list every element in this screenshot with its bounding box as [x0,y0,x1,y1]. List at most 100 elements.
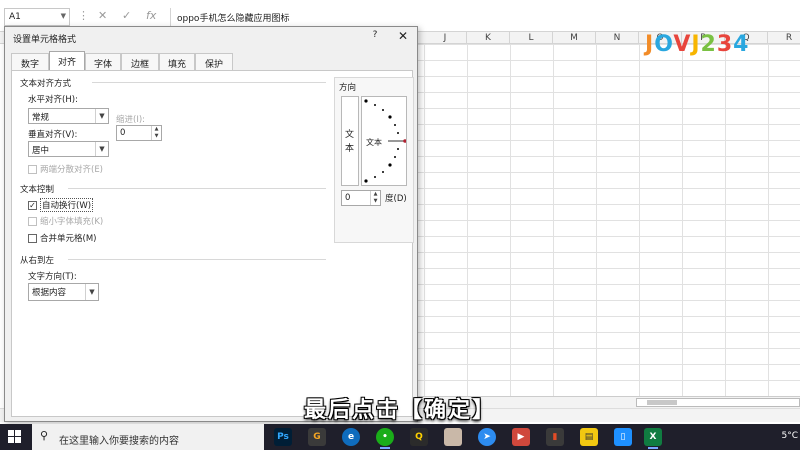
tab-5[interactable]: 保护 [195,53,233,70]
text-direction-label: 文字方向(T): [28,272,77,282]
divider [92,82,326,83]
merge-cells-label: 合并单元格(M) [40,234,97,244]
column-header[interactable]: K [467,32,510,44]
degree-label: 度(D) [385,194,407,204]
file-explorer-icon[interactable]: ▤ [580,428,598,446]
phone-app-icon[interactable]: ▯ [614,428,632,446]
tab-1[interactable]: 对齐 [49,51,85,70]
text-direction-value: 根据内容 [32,288,67,298]
more-icon: ⋮ [78,9,89,22]
divider [68,259,326,260]
dial-text: 文本 [366,138,382,147]
formula-input[interactable]: oppo手机怎么隐藏应用图标 [170,8,800,26]
degree-stepper[interactable]: 0 ▲ ▼ [341,190,381,206]
taskbar-weather: 5°C [781,431,798,441]
image-app-icon[interactable] [444,428,462,446]
windows-start-icon[interactable] [8,430,22,444]
brand-logo: JOVJ234 [645,32,749,57]
logo-letter: 3 [716,32,734,57]
wechat-icon[interactable]: • [376,428,394,449]
column-header[interactable]: M [553,32,596,44]
divider [68,188,326,189]
section-title-text-control: 文本控制 [20,185,55,195]
function-icon[interactable]: fx [146,9,156,22]
indent-label: 缩进(I): [116,115,146,125]
chevron-down-icon[interactable]: ▼ [95,142,108,156]
taskbar-search-input[interactable]: ⚲ 在这里输入你要搜索的内容 [32,424,264,450]
horizontal-align-select[interactable]: 常规 ▼ [28,108,109,124]
format-cells-dialog: 设置单元格格式 ? ✕ 数字 对齐 字体 边框 填充 保护 文本对齐方式 水平对齐(H):… [4,26,418,422]
section-title-text-align: 文本对齐方式 [20,79,72,89]
orientation-group: 方向 文 本 文本 0 ▲ ▼ 度(D) [334,77,414,243]
logo-letter: J [645,32,655,57]
spin-down-icon[interactable]: ▼ [371,198,380,205]
shrink-to-fit-label: 缩小字体填充(K) [40,217,104,227]
vertical-align-label: 垂直对齐(V): [28,130,78,140]
indent-stepper[interactable]: 0 ▲ ▼ [116,125,162,141]
vertical-align-value: 居中 [32,146,50,156]
feishu-icon[interactable]: ➤ [478,428,496,446]
media-player-icon[interactable]: ▶ [512,428,530,446]
logo-letter: O [654,32,674,57]
spin-down-icon[interactable]: ▼ [152,133,161,140]
dialog-title: 设置单元格格式 [13,35,77,45]
checkbox-box[interactable] [28,216,37,226]
orientation-title: 方向 [339,83,357,93]
tab-4[interactable]: 填充 [159,53,195,70]
orientation-dial[interactable]: 文本 [361,96,407,186]
cancel-icon[interactable]: ✕ [98,9,107,22]
name-box-value: A1 [9,12,21,22]
text-direction-select[interactable]: 根据内容 ▼ [28,283,99,301]
vertical-text-char: 本 [345,144,355,154]
excel-icon[interactable]: X [644,428,662,449]
video-subtitle: 最后点击【确定】 [303,398,496,423]
close-button[interactable]: ✕ [395,29,411,43]
logo-letter: V [673,32,692,57]
browser-g-icon[interactable]: G [308,428,326,446]
vertical-text-char: 文 [345,130,355,140]
distributed-align-label: 两端分散对齐(E) [40,165,104,175]
logo-letter: 2 [700,32,717,57]
confirm-icon[interactable]: ✓ [122,9,131,22]
checkbox-box[interactable] [28,164,37,174]
chevron-down-icon[interactable]: ▼ [61,12,66,20]
taskbar-search-placeholder: 在这里输入你要搜索的内容 [59,436,179,447]
app-icon[interactable]: ▮ [546,428,564,446]
chevron-down-icon[interactable]: ▼ [85,284,98,300]
logo-letter: 4 [733,32,750,57]
qq-icon[interactable]: Q [410,428,428,446]
column-header[interactable]: N [596,32,639,44]
checkbox-box[interactable] [28,233,37,243]
distributed-align-checkbox[interactable]: 两端分散对齐(E) [28,163,103,175]
column-header[interactable]: J [424,32,467,44]
column-header[interactable]: L [510,32,553,44]
wrap-text-label: 自动换行(W) [40,198,94,212]
name-box[interactable]: A1 ▼ [4,8,70,26]
vertical-align-select[interactable]: 居中 ▼ [28,141,109,157]
taskbar: ⚲ 在这里输入你要搜索的内容 Ps G e • Q ➤ ▶ ▮ ▤ ▯ X 5°… [0,424,800,450]
indent-value: 0 [120,128,126,138]
spin-up-icon[interactable]: ▲ [371,191,380,198]
spin-up-icon[interactable]: ▲ [152,126,161,133]
degree-value: 0 [345,193,351,203]
wrap-text-checkbox[interactable]: ✓ 自动换行(W) [28,198,94,212]
edge-browser-icon[interactable]: e [342,428,360,446]
search-icon: ⚲ [40,429,49,442]
horizontal-align-label: 水平对齐(H): [28,95,78,105]
shrink-to-fit-checkbox[interactable]: 缩小字体填充(K) [28,215,103,227]
photoshop-icon[interactable]: Ps [274,428,292,446]
alignment-tab-panel: 文本对齐方式 水平对齐(H): 常规 ▼ 缩进(I): 0 ▲ ▼ 垂直对齐(V)… [11,70,414,417]
tab-2[interactable]: 字体 [85,53,121,70]
horizontal-align-value: 常规 [32,113,50,123]
chevron-down-icon[interactable]: ▼ [95,109,108,123]
merge-cells-checkbox[interactable]: 合并单元格(M) [28,232,96,244]
logo-letter: J [691,32,701,57]
cell-grid[interactable] [415,44,800,396]
checkmark-icon[interactable]: ✓ [28,200,37,210]
tab-0[interactable]: 数字 [11,53,49,70]
section-title-rtl: 从右到左 [20,256,55,266]
help-button[interactable]: ? [368,30,382,44]
vertical-text-button[interactable]: 文 本 [341,96,359,186]
tab-3[interactable]: 边框 [121,53,159,70]
column-header[interactable]: R [768,32,800,44]
